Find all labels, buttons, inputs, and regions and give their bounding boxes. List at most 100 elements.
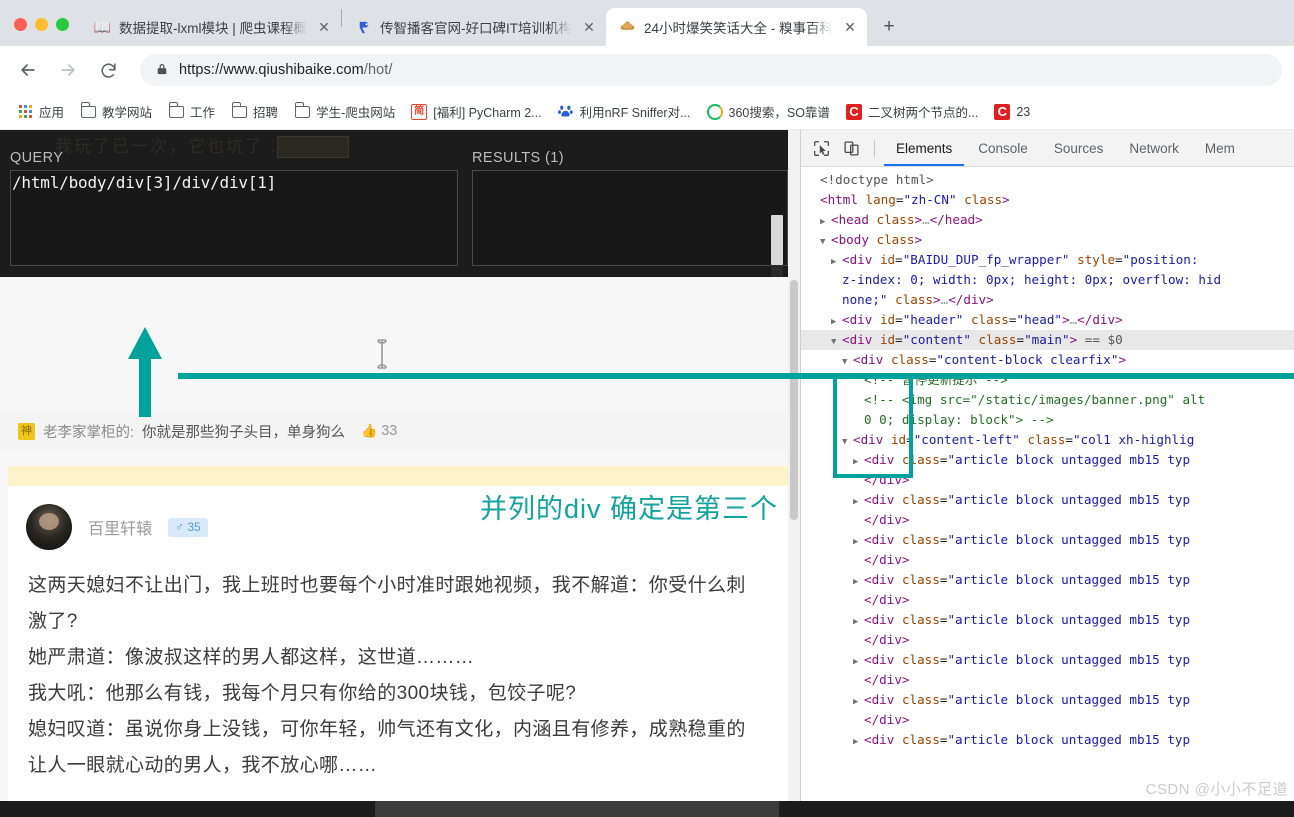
author-row[interactable]: 百里轩辕 ♂ 35 — [26, 504, 208, 550]
bookmark-student-crawler-sites[interactable]: 学生-爬虫网站 — [287, 99, 402, 125]
bookmark-recruiting[interactable]: 招聘 — [224, 99, 285, 125]
xpath-results-output[interactable] — [472, 170, 788, 277]
browser-viewport: 神 老李家掌柜的: 你就是那些狗子头目，单身狗么 👍 33 百里轩辕 ♂ 35 … — [0, 130, 1294, 817]
dom-node[interactable]: ▶ <div class="article block untagged mb15… — [801, 530, 1294, 550]
baidu-icon — [558, 104, 574, 120]
chevron-right-icon[interactable]: ▶ — [831, 312, 842, 332]
tree-spacer: · — [853, 632, 864, 652]
bookmark-binary-tree[interactable]: C 二叉树两个节点的... — [839, 99, 985, 125]
chevron-right-icon[interactable]: ▶ — [853, 612, 864, 632]
dom-node-markup: <div id="BAIDU_DUP_fp_wrapper" style="po… — [842, 252, 1199, 267]
bookmark-label: 360搜索，SO靠谱 — [728, 106, 830, 120]
dom-node-markup: none;" class>…</div> — [842, 292, 994, 307]
bookmark-teaching-sites[interactable]: 教学网站 — [73, 99, 159, 125]
dom-node[interactable]: ·</div> — [801, 630, 1294, 650]
tab-title: 24小时爆笑笑话大全 - 糗事百科 — [644, 21, 834, 36]
address-bar[interactable]: https://www.qiushibaike.com/hot/ — [140, 54, 1282, 86]
close-window-button[interactable] — [14, 18, 27, 31]
browser-tab-1[interactable]: 📖 数据提取-lxml模块 | 爬虫课程概 ✕ — [81, 8, 341, 46]
dom-node[interactable]: ▶ <div class="article block untagged mb15… — [801, 610, 1294, 630]
dom-node[interactable]: ·</div> — [801, 710, 1294, 730]
dom-node-selected[interactable]: ▼ <div id="content" class="main"> == $0 — [801, 330, 1294, 350]
dom-node[interactable]: ·none;" class>…</div> — [801, 290, 1294, 310]
article-line: 让人一眼就心动的男人，我不放心哪…… — [28, 755, 378, 776]
itcast-icon — [355, 19, 372, 36]
tab-memory[interactable]: Mem — [1193, 130, 1247, 166]
avatar[interactable] — [26, 504, 72, 550]
bookmark-nrf-sniffer[interactable]: 利用nRF Sniffer对... — [551, 99, 698, 125]
dom-node[interactable]: ▶ <div class="article block untagged mb15… — [801, 490, 1294, 510]
window-controls[interactable] — [0, 18, 81, 46]
dom-node[interactable]: ▶ <div class="article block untagged mb15… — [801, 570, 1294, 590]
comment-username[interactable]: 老李家掌柜的: — [43, 421, 134, 442]
dom-node[interactable]: ·</div> — [801, 550, 1294, 570]
comment-like-count[interactable]: 👍 33 — [361, 423, 397, 439]
forward-button[interactable] — [52, 54, 84, 86]
dom-node[interactable]: ▶ <div class="article block untagged mb15… — [801, 650, 1294, 670]
dom-node-markup: </div> — [864, 712, 910, 727]
bookmark-apps[interactable]: 应用 — [10, 99, 71, 125]
chevron-right-icon[interactable]: ▶ — [831, 252, 842, 272]
annotation-arrow-icon — [128, 327, 162, 417]
toolbar-divider — [874, 139, 875, 157]
maximize-window-button[interactable] — [56, 18, 69, 31]
chevron-down-icon[interactable]: ▼ — [842, 352, 853, 372]
dom-node[interactable]: ▶ <div id="BAIDU_DUP_fp_wrapper" style="p… — [801, 250, 1294, 270]
chevron-right-icon[interactable]: ▶ — [853, 492, 864, 512]
folder-icon — [231, 102, 247, 120]
browser-tab-3[interactable]: 24小时爆笑笑话大全 - 糗事百科 ✕ — [606, 8, 868, 46]
obscured-page-box — [277, 136, 349, 158]
dom-node-markup: <div class="article block untagged mb15 … — [864, 612, 1191, 627]
chevron-right-icon[interactable]: ▶ — [853, 532, 864, 552]
results-scrollbar[interactable] — [771, 215, 783, 277]
tab-close-button[interactable]: ✕ — [315, 18, 333, 36]
tab-title: 传智播客官网-好口碑IT培训机构 — [380, 21, 572, 36]
dom-node-markup: <head class>…</head> — [831, 212, 983, 227]
new-tab-button[interactable]: + — [875, 12, 903, 40]
article-line: 这两天媳妇不让出门，我上班时也要每个小时准时跟她视频，我不解道：你受什么刺 — [28, 575, 746, 596]
device-toolbar-icon[interactable] — [837, 135, 865, 161]
bookmark-23[interactable]: C 23 — [987, 99, 1037, 125]
tree-spacer: · — [809, 172, 820, 192]
chevron-down-icon[interactable]: ▼ — [820, 232, 831, 252]
tab-sources[interactable]: Sources — [1042, 130, 1116, 166]
article-line: 我大吼：他那么有钱，我每个月只有你给的300块钱，包饺子呢? — [28, 683, 577, 704]
dom-node[interactable]: ·</div> — [801, 670, 1294, 690]
tab-network[interactable]: Network — [1117, 130, 1191, 166]
article-line: 激了? — [28, 611, 78, 632]
author-name[interactable]: 百里轩辕 — [88, 515, 152, 539]
bookmark-work[interactable]: 工作 — [161, 99, 222, 125]
chevron-right-icon[interactable]: ▶ — [820, 212, 831, 232]
bookmark-pycharm[interactable]: 简 [福利] PyCharm 2... — [404, 99, 548, 125]
dom-node[interactable]: ▼ <body class> — [801, 230, 1294, 250]
bookmark-360-search[interactable]: 360搜索，SO靠谱 — [700, 99, 837, 125]
inspect-cursor-icon[interactable] — [807, 135, 835, 161]
dom-node[interactable]: ▶ <div id="header" class="head">…</div> — [801, 310, 1294, 330]
dom-tree[interactable]: ·<!doctype html>·<html lang="zh-CN" clas… — [801, 167, 1294, 817]
dom-node[interactable]: ·</div> — [801, 510, 1294, 530]
dom-node[interactable]: ·<html lang="zh-CN" class> — [801, 190, 1294, 210]
dom-node[interactable]: ▼ <div class="content-block clearfix"> — [801, 350, 1294, 370]
browser-tab-2[interactable]: 传智播客官网-好口碑IT培训机构 ✕ — [342, 8, 606, 46]
jianshu-icon: 简 — [411, 103, 428, 120]
tab-close-button[interactable]: ✕ — [580, 18, 598, 36]
reload-button[interactable] — [92, 54, 124, 86]
dom-node[interactable]: ·<!doctype html> — [801, 170, 1294, 190]
minimize-window-button[interactable] — [35, 18, 48, 31]
chevron-right-icon[interactable]: ▶ — [853, 732, 864, 752]
dom-node[interactable]: ▶ <head class>…</head> — [801, 210, 1294, 230]
chevron-down-icon[interactable]: ▼ — [831, 332, 842, 352]
chevron-right-icon[interactable]: ▶ — [853, 652, 864, 672]
tab-close-button[interactable]: ✕ — [841, 18, 859, 36]
page-scrollbar[interactable] — [788, 130, 800, 817]
chevron-right-icon[interactable]: ▶ — [853, 572, 864, 592]
tab-console[interactable]: Console — [966, 130, 1040, 166]
dom-node[interactable]: ▶ <div class="article block untagged mb15… — [801, 730, 1294, 750]
dom-node[interactable]: ·</div> — [801, 590, 1294, 610]
tab-elements[interactable]: Elements — [884, 130, 964, 166]
article-line: 她严肃道：像波叔这样的男人都这样，这世道……… — [28, 647, 475, 668]
chevron-right-icon[interactable]: ▶ — [853, 692, 864, 712]
dom-node[interactable]: ·z-index: 0; width: 0px; height: 0px; ov… — [801, 270, 1294, 290]
dom-node[interactable]: ▶ <div class="article block untagged mb15… — [801, 690, 1294, 710]
back-button[interactable] — [12, 54, 44, 86]
